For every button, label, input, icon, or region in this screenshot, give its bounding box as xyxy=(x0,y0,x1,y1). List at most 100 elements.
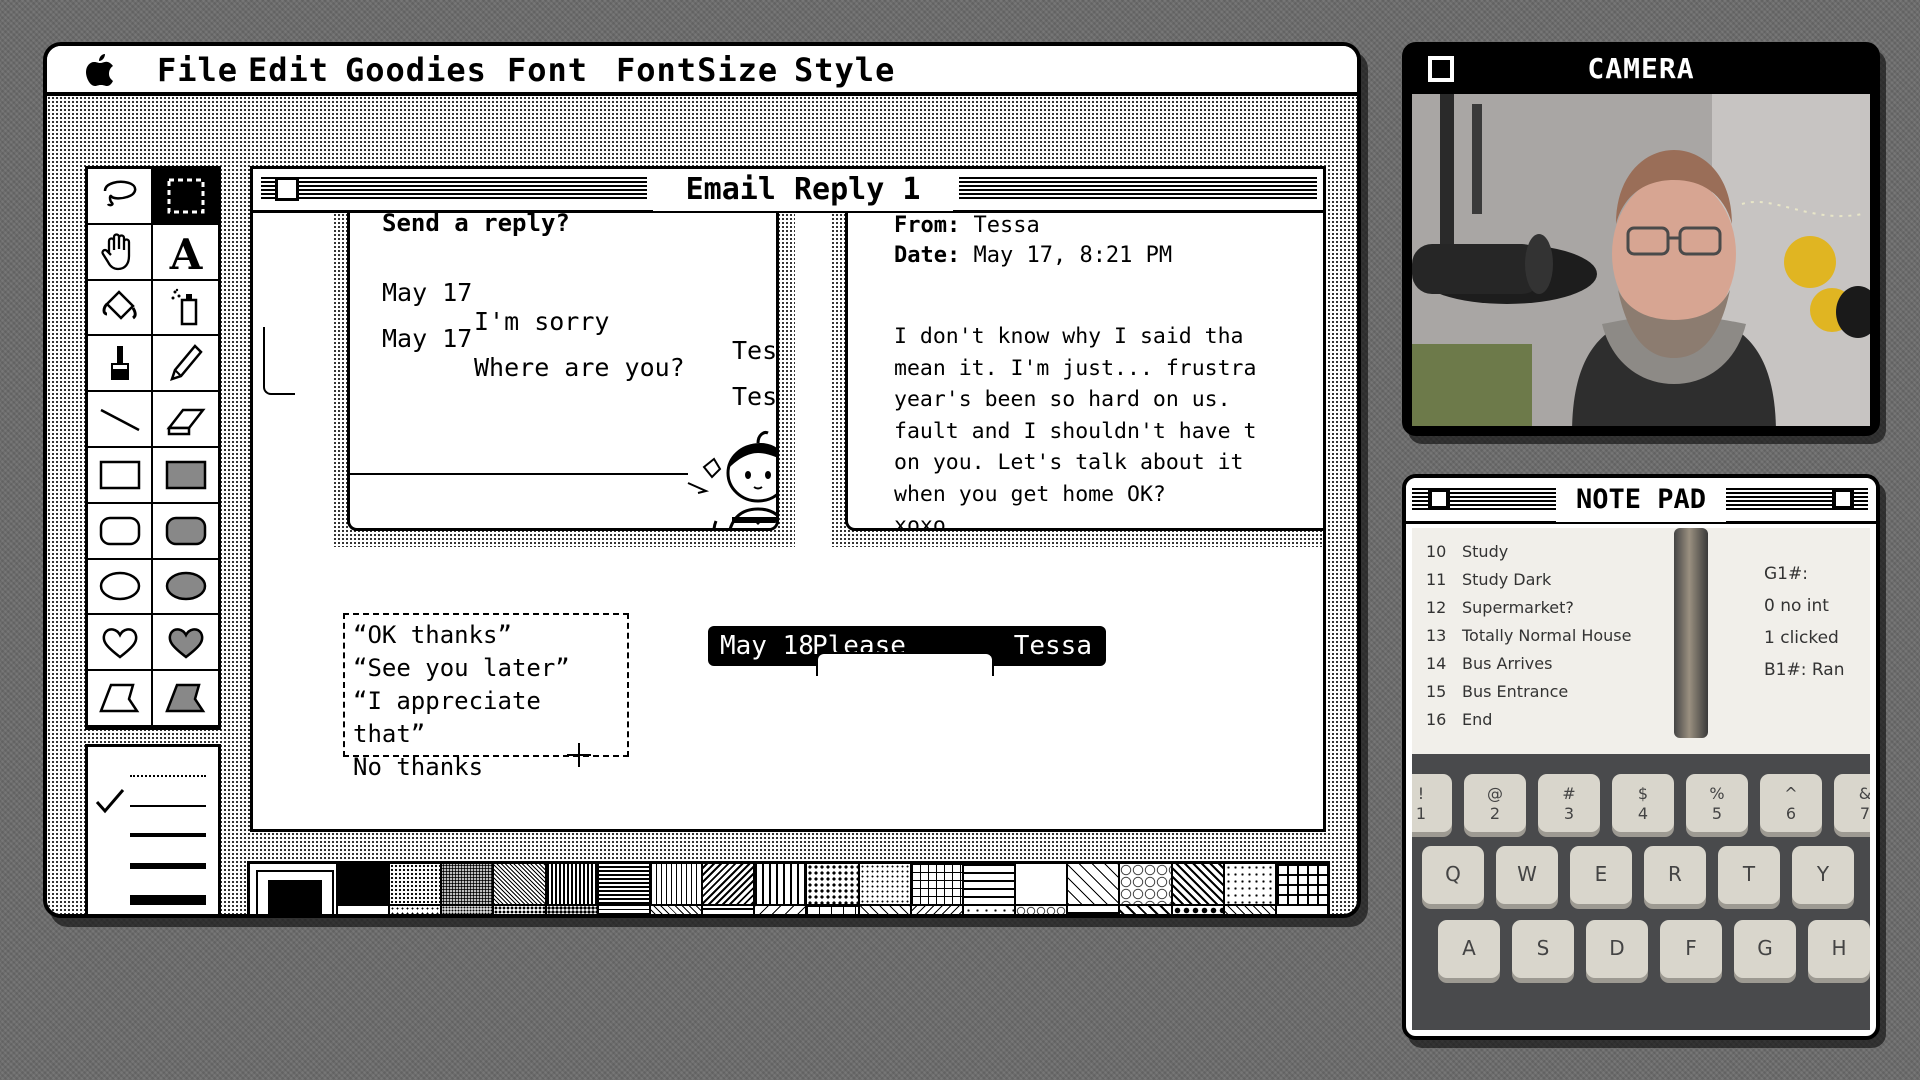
pattern-swatch[interactable] xyxy=(909,864,962,906)
hand-icon[interactable] xyxy=(88,224,153,281)
selected-message-row[interactable]: May 18 Please Tessa xyxy=(708,626,1106,676)
close-box-icon[interactable] xyxy=(275,177,299,201)
menu-file[interactable]: File xyxy=(157,50,238,90)
quick-reply-option[interactable]: “See you later” xyxy=(353,652,619,685)
pattern-swatch[interactable] xyxy=(753,906,806,914)
email-body-line: when you get home OK? xyxy=(894,481,1166,507)
pattern-swatch[interactable] xyxy=(1066,906,1119,914)
quick-reply-option[interactable]: “OK thanks” xyxy=(353,619,619,652)
pattern-swatch[interactable] xyxy=(1014,864,1067,906)
pattern-swatch[interactable] xyxy=(440,906,493,914)
quick-replies-selection[interactable]: “OK thanks” “See you later” “I appreciat… xyxy=(343,613,629,781)
line-width-1[interactable] xyxy=(130,805,206,807)
rectangle-icon[interactable] xyxy=(88,447,153,504)
pattern-swatch[interactable] xyxy=(961,906,1015,914)
notepad-right-note: 1 clicked xyxy=(1764,628,1839,648)
menu-goodies[interactable]: Goodies xyxy=(345,50,487,90)
document-titlebar[interactable]: Email Reply 1 xyxy=(253,169,1323,213)
eraser-icon[interactable] xyxy=(153,392,218,448)
message-row[interactable]: May 17 Where are you? Tessa xyxy=(382,295,776,440)
notepad-camera-feed: 10 Study 11 Study Dark 12 Supermarket? 13 Total… xyxy=(1412,528,1870,1030)
spray-can-icon[interactable] xyxy=(153,280,218,337)
notepad-titlebar[interactable]: NOTE PAD xyxy=(1406,478,1876,524)
notepad-line-number: 15 xyxy=(1426,682,1447,701)
keyboard-key: R xyxy=(1644,846,1706,904)
svg-text:A: A xyxy=(168,231,203,273)
pattern-swatch[interactable] xyxy=(857,864,910,906)
filled-freeform-icon[interactable] xyxy=(153,615,218,672)
pattern-swatch[interactable] xyxy=(388,906,441,914)
filled-rounded-rectangle-icon[interactable] xyxy=(153,503,218,560)
selected-message-date: May 18 xyxy=(720,631,814,661)
text-icon[interactable]: A xyxy=(153,224,218,281)
keyboard-key: ! 1 xyxy=(1412,774,1452,832)
pattern-swatch[interactable] xyxy=(1222,906,1275,914)
keyboard-key: #3 xyxy=(1538,774,1600,832)
menu-font[interactable]: Font xyxy=(507,50,588,90)
menu-style[interactable]: Style xyxy=(794,50,895,90)
pattern-swatch[interactable] xyxy=(805,864,858,906)
paint-bucket-icon[interactable] xyxy=(88,280,153,337)
filled-oval-icon[interactable] xyxy=(153,559,218,616)
pattern-swatch[interactable] xyxy=(701,906,754,914)
pattern-swatch[interactable] xyxy=(857,906,910,914)
menu-fontsize[interactable]: FontSize xyxy=(616,50,778,90)
filled-polygon-icon[interactable] xyxy=(153,671,218,727)
paintbrush-icon[interactable] xyxy=(88,336,153,393)
pattern-swatch[interactable] xyxy=(388,864,441,906)
date-value: May 17, 8:21 PM xyxy=(973,243,1173,268)
pattern-swatch[interactable] xyxy=(492,864,545,906)
pattern-swatch[interactable] xyxy=(909,906,962,914)
pattern-swatch[interactable] xyxy=(648,864,702,906)
line-width-2[interactable] xyxy=(130,833,206,837)
pattern-swatch[interactable] xyxy=(1170,864,1223,906)
paint-canvas[interactable]: Send a reply? May 17 I'm sorry Tessa May… xyxy=(253,213,1323,829)
marquee-icon[interactable] xyxy=(153,169,218,225)
pattern-swatch[interactable] xyxy=(544,864,597,906)
pattern-swatch[interactable] xyxy=(1274,906,1327,914)
pattern-swatch[interactable] xyxy=(596,864,649,906)
pattern-swatch[interactable] xyxy=(1118,864,1171,906)
key-shift-label: @ xyxy=(1487,784,1503,803)
lasso-icon[interactable] xyxy=(88,169,153,225)
notepad-right-note: 0 no int xyxy=(1764,596,1829,616)
pattern-swatch[interactable] xyxy=(1170,906,1223,914)
close-box-icon[interactable] xyxy=(1428,488,1450,510)
rounded-rectangle-icon[interactable] xyxy=(88,503,153,560)
apple-icon[interactable] xyxy=(85,52,115,90)
line-width-4[interactable] xyxy=(130,895,206,905)
from-value: Tessa xyxy=(973,213,1040,238)
pattern-swatch[interactable] xyxy=(336,864,389,906)
pattern-swatch[interactable] xyxy=(701,864,754,906)
line-width-3[interactable] xyxy=(130,863,206,869)
notepad-right-note: G1#: xyxy=(1764,564,1808,584)
pattern-swatch[interactable] xyxy=(440,864,493,906)
menu-edit[interactable]: Edit xyxy=(248,50,329,90)
polygon-icon[interactable] xyxy=(88,671,153,727)
pattern-swatch[interactable] xyxy=(1014,906,1067,914)
pattern-swatch[interactable] xyxy=(492,906,545,914)
oval-icon[interactable] xyxy=(88,559,153,616)
pattern-swatch[interactable] xyxy=(1274,864,1327,906)
camera-titlebar[interactable]: CAMERA xyxy=(1406,46,1876,92)
filled-rectangle-icon[interactable] xyxy=(153,447,218,504)
pattern-swatch[interactable] xyxy=(961,864,1015,906)
notepad-line-number: 16 xyxy=(1426,710,1447,729)
quick-reply-option[interactable]: “I appreciate that” xyxy=(353,685,619,751)
freeform-icon[interactable] xyxy=(88,615,153,672)
pattern-palette xyxy=(247,861,1330,914)
pattern-swatch[interactable] xyxy=(596,906,649,914)
line-width-dotted[interactable] xyxy=(130,775,206,777)
email-body-line: on you. Let's talk about it xyxy=(894,450,1244,475)
line-icon[interactable] xyxy=(88,392,153,448)
pattern-swatch[interactable] xyxy=(648,906,702,914)
pattern-swatch[interactable] xyxy=(1118,906,1171,914)
zoom-box-icon[interactable] xyxy=(1832,488,1854,510)
pattern-swatch[interactable] xyxy=(753,864,806,906)
pattern-swatch[interactable] xyxy=(805,906,858,914)
pencil-icon[interactable] xyxy=(153,336,218,393)
pattern-swatch[interactable] xyxy=(336,906,389,914)
pattern-swatch[interactable] xyxy=(1066,864,1119,906)
pattern-swatch[interactable] xyxy=(544,906,597,914)
pattern-swatch[interactable] xyxy=(1222,864,1275,906)
